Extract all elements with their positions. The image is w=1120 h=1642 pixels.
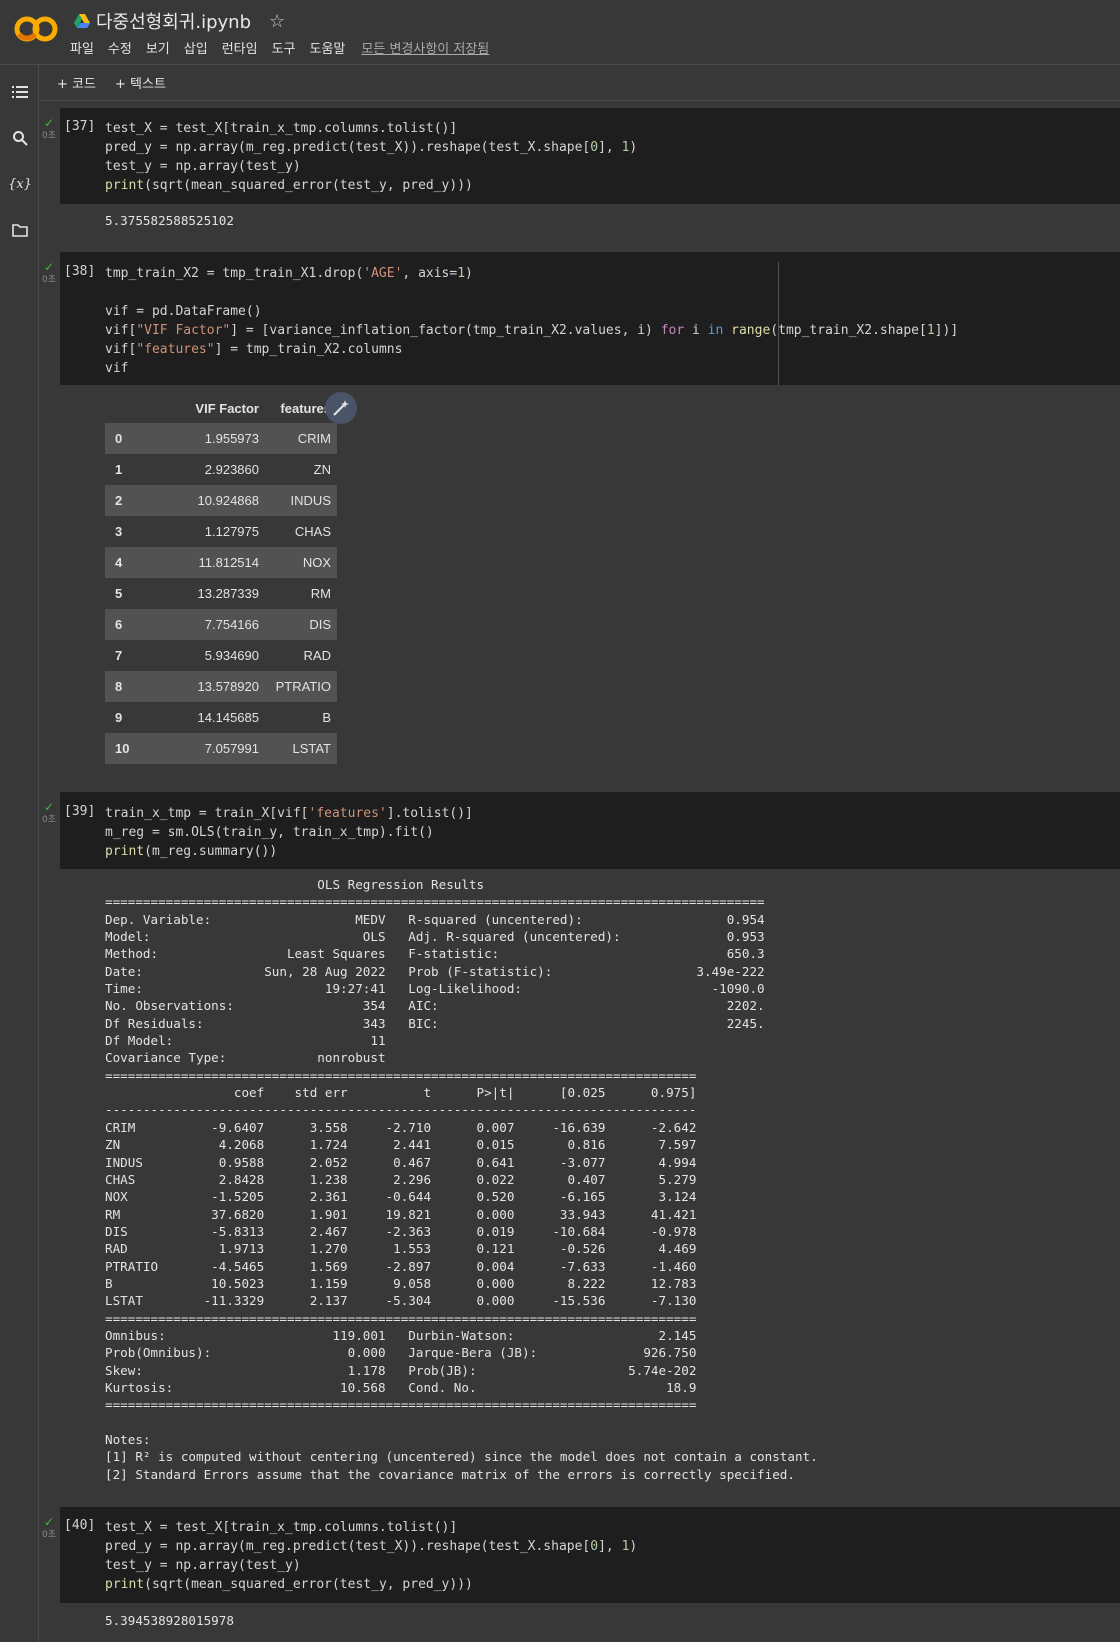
folder-icon[interactable] (9, 219, 31, 241)
app-header: 다중선형회귀.ipynb ☆ 파일 수정 보기 삽입 런타임 도구 도움말 모든… (0, 0, 1120, 65)
colab-logo[interactable] (14, 14, 58, 44)
check-icon: ✓ (43, 260, 55, 274)
table-row: 3 1.127975 CHAS (105, 516, 337, 547)
menu-tools[interactable]: 도구 (272, 38, 296, 57)
table-row: 7 5.934690 RAD (105, 640, 337, 671)
vif-dataframe: VIF Factor features 0 1.955973 CRIM 1 2.923… (105, 393, 337, 764)
check-icon: ✓ (43, 800, 55, 814)
table-row: 9 14.145685 B (105, 702, 337, 733)
table-row: 1 2.923860 ZN (105, 454, 337, 485)
variables-icon[interactable]: {x} (8, 173, 32, 195)
notebook-title[interactable]: 다중선형회귀.ipynb (96, 8, 251, 34)
menu-insert[interactable]: 삽입 (184, 38, 208, 57)
table-row: 8 13.578920 PTRATIO (105, 671, 337, 702)
check-icon: ✓ (43, 116, 55, 130)
magic-wand-icon[interactable] (325, 392, 357, 424)
run-status-37[interactable]: ✓ 0초 (40, 116, 58, 141)
table-row: 6 7.754166 DIS (105, 609, 337, 640)
run-status-38[interactable]: ✓ 0초 (40, 260, 58, 285)
run-status-39[interactable]: ✓ 0초 (40, 800, 58, 825)
save-status[interactable]: 모든 변경사항이 저장됨 (361, 38, 489, 57)
menu-runtime[interactable]: 런타임 (222, 38, 258, 57)
menu-view[interactable]: 보기 (146, 38, 170, 57)
add-code-button[interactable]: + 코드 (57, 73, 96, 92)
left-sidebar: {x} (0, 65, 39, 1642)
menu-help[interactable]: 도움말 (310, 38, 346, 57)
title-row: 다중선형회귀.ipynb ☆ (74, 8, 285, 34)
table-row: 10 7.057991 LSTAT (105, 733, 337, 764)
run-status-40[interactable]: ✓ 0초 (40, 1515, 58, 1540)
table-row: 2 10.924868 INDUS (105, 485, 337, 516)
code-editor[interactable]: train_x_tmp = train_X[vif['features'].to… (105, 804, 473, 861)
code-editor[interactable]: test_X = test_X[train_x_tmp.columns.toli… (105, 119, 637, 195)
cell-output-text: 5.375582588525102 (105, 213, 234, 228)
table-row: 5 13.287339 RM (105, 578, 337, 609)
code-editor[interactable]: test_X = test_X[train_x_tmp.columns.toli… (105, 1518, 637, 1594)
execution-count: [37] (64, 119, 96, 134)
menu-file[interactable]: 파일 (70, 38, 94, 57)
ols-summary-output: OLS Regression Results =================… (105, 877, 818, 1482)
index-header (105, 393, 143, 423)
table-of-contents-icon[interactable] (9, 81, 31, 103)
execution-count: [39] (64, 804, 96, 819)
search-icon[interactable] (9, 127, 31, 149)
table-row: 0 1.955973 CRIM (105, 423, 337, 454)
code-editor[interactable]: tmp_train_X2 = tmp_train_X1.drop('AGE', … (105, 264, 958, 378)
column-header: VIF Factor (195, 400, 259, 416)
table-row: 4 11.812514 NOX (105, 547, 337, 578)
execution-count: [38] (64, 264, 96, 279)
menu-bar: 파일 수정 보기 삽입 런타임 도구 도움말 모든 변경사항이 저장됨 (70, 38, 503, 57)
add-text-button[interactable]: + 텍스트 (115, 73, 166, 92)
google-drive-icon[interactable] (74, 14, 90, 28)
notebook-toolbar: + 코드 + 텍스트 (39, 65, 1120, 101)
cell-output-text: 5.394538928015978 (105, 1613, 234, 1628)
star-icon[interactable]: ☆ (269, 11, 285, 32)
menu-edit[interactable]: 수정 (108, 38, 132, 57)
execution-count: [40] (64, 1518, 96, 1533)
check-icon: ✓ (43, 1515, 55, 1529)
